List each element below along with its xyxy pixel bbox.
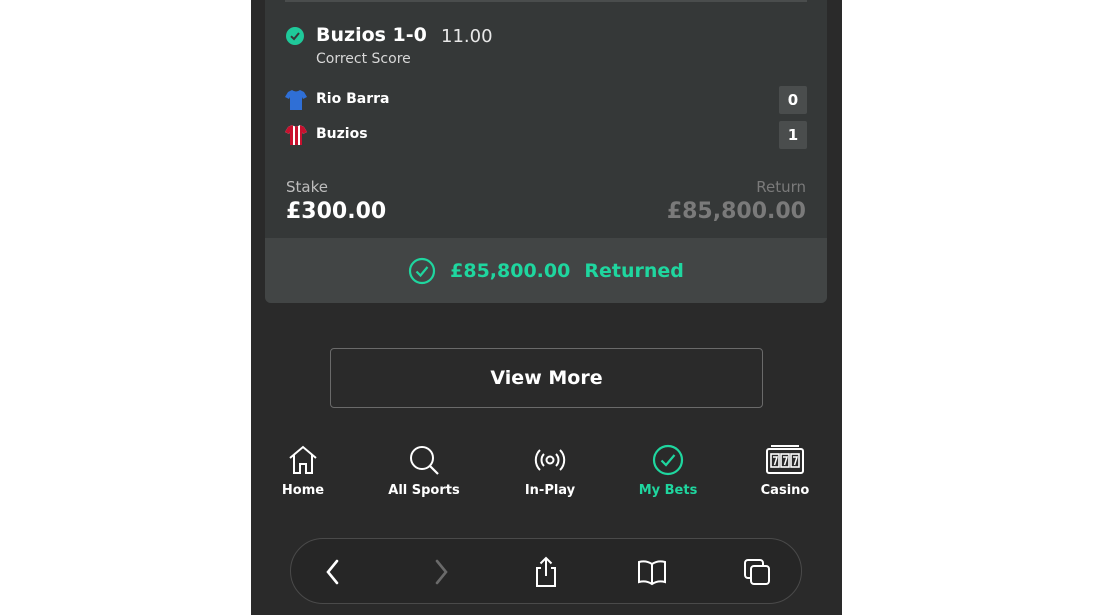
team-score: 0	[779, 86, 807, 114]
team-row-home: Rio Barra 0	[285, 86, 807, 116]
team-name: Rio Barra	[316, 91, 390, 107]
forward-button[interactable]	[425, 556, 457, 588]
returned-label: Returned	[584, 259, 684, 282]
selection-title: Buzios 1-0	[316, 24, 427, 46]
nav-label: Casino	[760, 483, 810, 498]
share-icon	[536, 556, 556, 587]
divider	[285, 0, 807, 2]
nav-home[interactable]: Home	[251, 443, 358, 505]
bookmarks-icon	[638, 560, 666, 586]
view-more-button[interactable]: View More	[330, 348, 763, 408]
tabs-icon	[744, 559, 770, 585]
returned-amount: £85,800.00	[450, 259, 571, 282]
blue-shirt-icon	[285, 90, 307, 110]
check-circle-outline-icon	[409, 257, 436, 284]
team-row-away: Buzios 1	[285, 121, 807, 151]
nav-my-bets[interactable]: My Bets	[613, 443, 723, 505]
home-icon	[289, 445, 317, 474]
check-circle-icon	[286, 27, 304, 45]
nav-in-play[interactable]: In-Play	[495, 443, 605, 505]
browser-toolbar	[290, 538, 802, 604]
forward-icon	[435, 559, 448, 585]
returned-banner: £85,800.00 Returned	[265, 238, 827, 303]
slot-machine-icon	[766, 445, 804, 474]
back-button[interactable]	[317, 556, 349, 588]
nav-label: Home	[281, 483, 325, 498]
share-button[interactable]	[530, 556, 562, 588]
team-name: Buzios	[316, 126, 368, 142]
selection-odds: 11.00	[441, 26, 493, 47]
return-label: Return	[756, 178, 806, 196]
bookmarks-button[interactable]	[636, 556, 668, 588]
stake-value: £300.00	[286, 199, 387, 224]
nav-label: All Sports	[388, 483, 460, 498]
check-circle-icon	[652, 444, 684, 476]
broadcast-icon	[534, 449, 566, 471]
selection-market: Correct Score	[316, 51, 411, 67]
red-white-striped-shirt-icon	[285, 125, 307, 145]
bet-card: Buzios 1-0 11.00 Correct Score Rio Barra…	[265, 0, 827, 303]
nav-all-sports[interactable]: All Sports	[369, 443, 479, 505]
back-icon	[326, 559, 339, 585]
nav-label: My Bets	[638, 483, 698, 498]
return-value: £85,800.00	[666, 199, 806, 224]
tabs-button[interactable]	[741, 556, 773, 588]
phone-screen: Buzios 1-0 11.00 Correct Score Rio Barra…	[251, 0, 842, 615]
nav-casino[interactable]: Casino	[730, 443, 840, 505]
stake-label: Stake	[286, 178, 328, 196]
search-icon	[410, 446, 439, 475]
nav-label: In-Play	[524, 483, 576, 498]
team-score: 1	[779, 121, 807, 149]
